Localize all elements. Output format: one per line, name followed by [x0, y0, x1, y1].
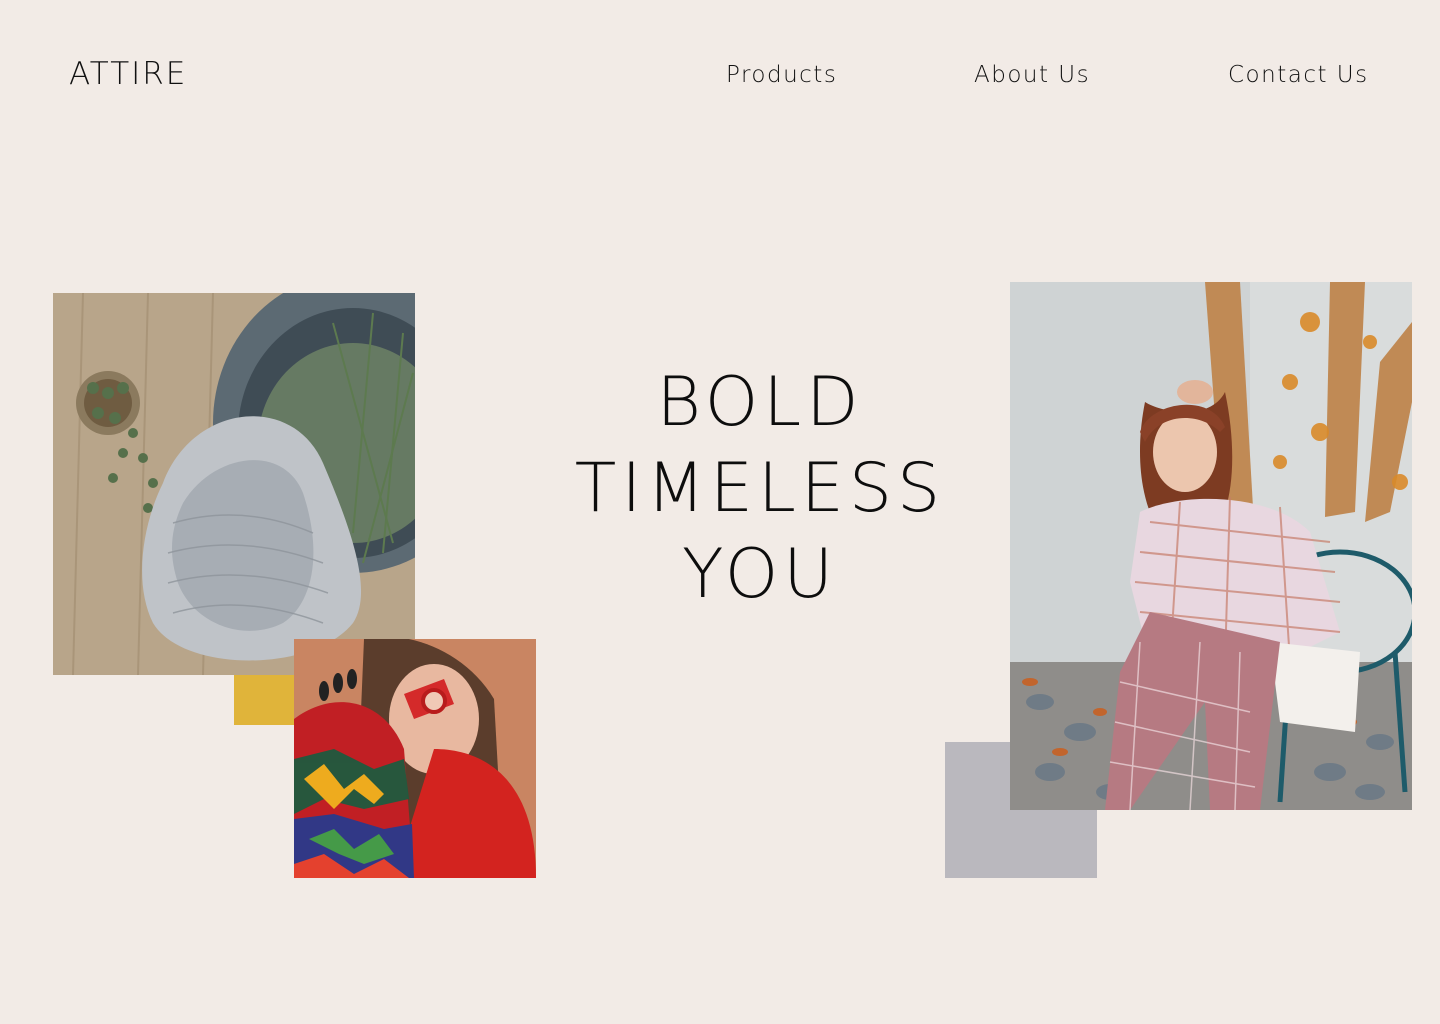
site-header: ATTIRE Products About Us Contact Us — [0, 0, 1440, 150]
hero-line-1: BOLD — [656, 363, 864, 442]
brand-logo[interactable]: ATTIRE — [69, 56, 187, 92]
nav-link-products[interactable]: Products — [726, 62, 837, 88]
nav-link-contact-us[interactable]: Contact Us — [1228, 62, 1369, 88]
accent-block-yellow — [234, 675, 296, 725]
hero-line-3: YOU — [681, 535, 839, 614]
red-sweater-portrait-photo — [294, 639, 536, 878]
hero-line-2: TIMELESS — [574, 449, 946, 528]
hero-headline: BOLD TIMELESS YOU — [540, 360, 980, 618]
plaid-shirt-portrait-photo — [1010, 282, 1412, 810]
nav-link-about-us[interactable]: About Us — [974, 62, 1090, 88]
knit-sweater-photo — [53, 293, 415, 675]
